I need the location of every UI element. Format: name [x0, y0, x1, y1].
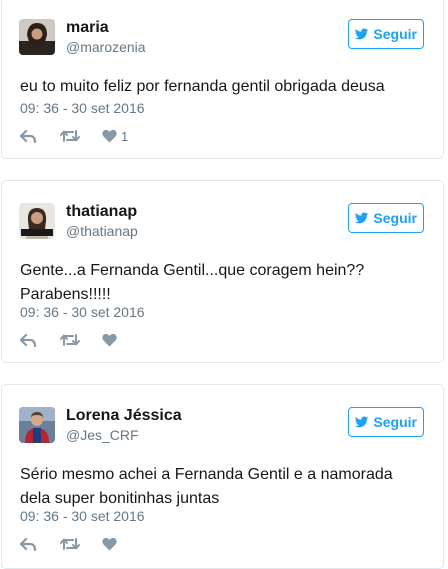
retweet-icon[interactable]	[60, 537, 80, 551]
user-name[interactable]: Lorena Jéssica	[66, 407, 182, 425]
user-name[interactable]: maria	[66, 19, 109, 37]
tweet-actions: 1	[20, 127, 128, 145]
tweet-card: Lorena Jéssica @Jes_CRF Seguir Sério mes…	[1, 384, 444, 569]
heart-icon[interactable]	[102, 333, 117, 347]
tweet-text: Gente...a Fernanda Gentil...que coragem …	[20, 259, 420, 307]
tweet-timestamp[interactable]: 09: 36 - 30 set 2016	[20, 304, 145, 320]
tweet-text: eu to muito feliz por fernanda gentil ob…	[20, 78, 385, 95]
follow-button[interactable]: Seguir	[348, 407, 424, 437]
like-count: 1	[121, 128, 129, 144]
user-name[interactable]: thatianap	[66, 203, 137, 221]
follow-button[interactable]: Seguir	[348, 203, 424, 233]
tweet-text: Sério mesmo achei a Fernanda Gentil e a …	[20, 463, 420, 511]
tweet-text-line: Gente...a Fernanda Gentil...que coragem …	[20, 262, 365, 279]
tweet-text-line: Sério mesmo achei a Fernanda Gentil e a …	[20, 466, 393, 483]
follow-label: Seguir	[373, 26, 417, 42]
heart-icon[interactable]: 1	[102, 129, 128, 144]
tweet-actions	[20, 331, 117, 349]
reply-icon[interactable]	[20, 129, 36, 143]
user-handle[interactable]: @thatianap	[66, 223, 138, 239]
avatar[interactable]	[19, 19, 55, 55]
user-handle[interactable]: @Jes_CRF	[66, 427, 139, 443]
avatar[interactable]	[19, 407, 55, 443]
tweet-card: thatianap @thatianap Seguir Gente...a Fe…	[1, 180, 444, 363]
twitter-bird-icon	[355, 28, 369, 40]
retweet-icon[interactable]	[60, 333, 80, 347]
tweet-card: maria @marozenia Seguir eu to muito feli…	[1, 0, 444, 159]
heart-icon[interactable]	[102, 537, 117, 551]
twitter-bird-icon	[355, 416, 369, 428]
user-handle[interactable]: @marozenia	[66, 39, 146, 55]
tweet-timestamp[interactable]: 09: 36 - 30 set 2016	[20, 508, 145, 524]
tweet-timestamp[interactable]: 09: 36 - 30 set 2016	[20, 100, 145, 116]
retweet-icon[interactable]	[60, 129, 80, 143]
reply-icon[interactable]	[20, 537, 36, 551]
follow-label: Seguir	[373, 210, 417, 226]
avatar[interactable]	[19, 203, 55, 239]
follow-label: Seguir	[373, 414, 417, 430]
reply-icon[interactable]	[20, 333, 36, 347]
tweet-actions	[20, 535, 117, 553]
follow-button[interactable]: Seguir	[348, 19, 424, 49]
twitter-bird-icon	[355, 212, 369, 224]
